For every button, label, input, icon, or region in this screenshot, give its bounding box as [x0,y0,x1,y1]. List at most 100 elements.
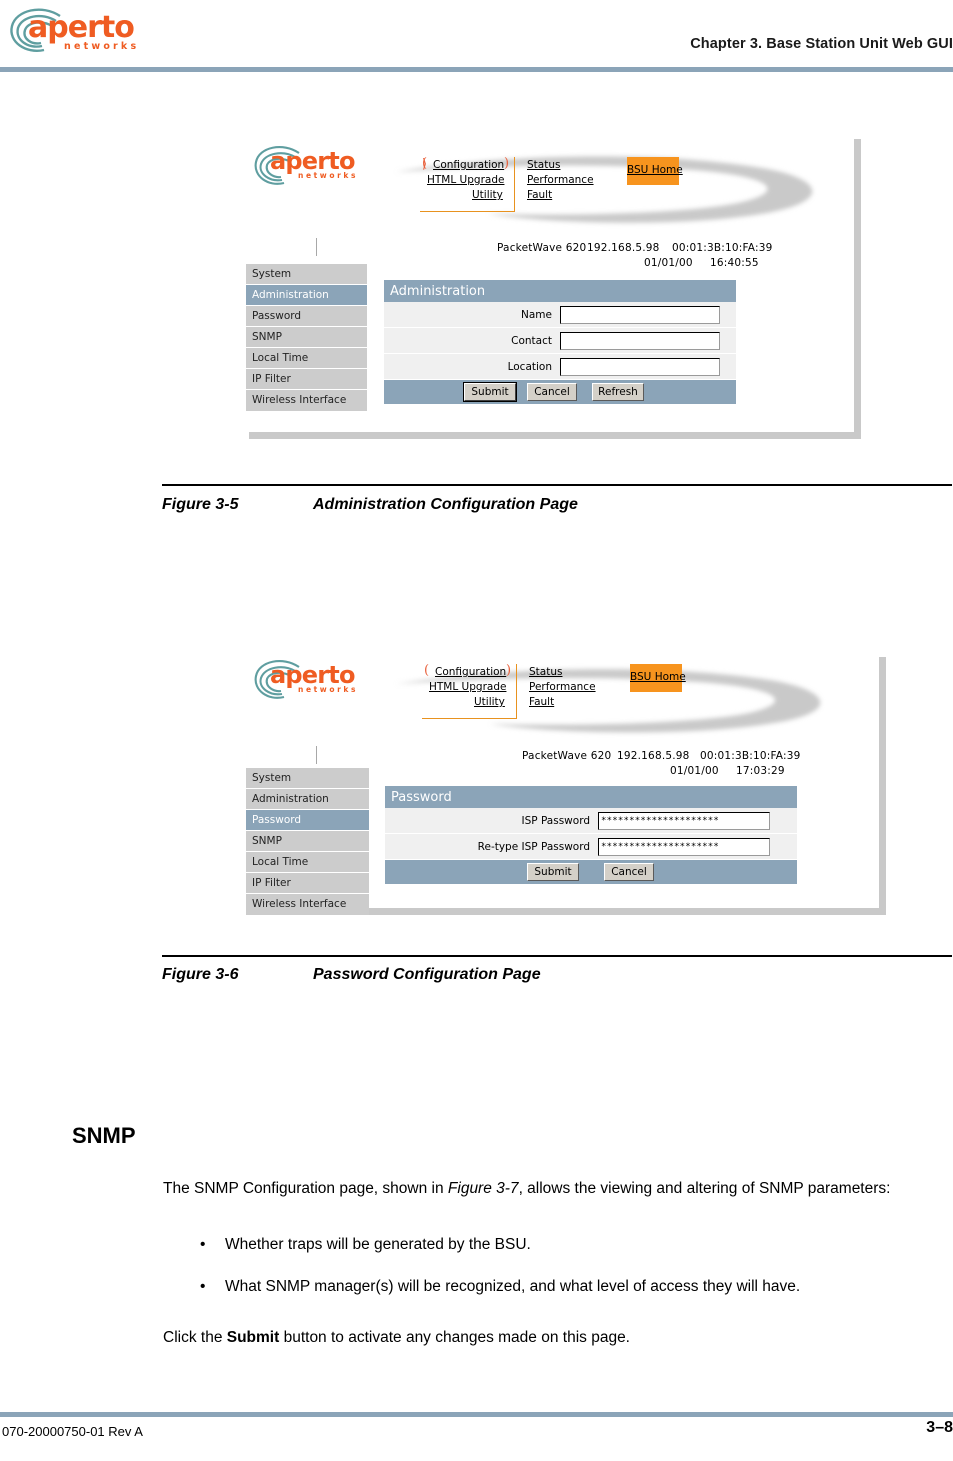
nav-horizontal-divider [420,211,515,212]
screenshot-shadow-right [879,657,886,915]
bsu-home-button[interactable]: BSU Home [627,157,683,185]
nav-link-performance[interactable]: Performance [529,681,596,693]
sidebar-item-administration[interactable]: Administration [246,285,367,306]
footer-page-number: 3–8 [926,1419,953,1436]
device-mac-label: 00:01:3B:10:FA:39 [672,242,773,254]
nav-link-performance[interactable]: Performance [527,174,594,186]
logo-tagline: networks [64,41,140,52]
refresh-button[interactable]: Refresh [592,383,644,401]
page-header: aperto networks Chapter 3. Base Station … [0,0,953,72]
field-label-location: Location [507,361,552,373]
device-model-label: PacketWave 620 [522,750,612,762]
figure-caption-text-2: Password Configuration Page [313,966,541,983]
sidebar-item-system[interactable]: System [246,264,367,285]
sidebar-item-ip-filter[interactable]: IP Filter [246,369,367,390]
closing-before-text: Click the [163,1329,227,1346]
configuration-left-flourish: ( [424,663,430,678]
field-label-retype-isp-password: Re-type ISP Password [477,841,590,853]
sidebar-item-ip-filter[interactable]: IP Filter [246,873,369,894]
sidebar-item-password[interactable]: Password [246,306,367,327]
nav-link-configuration[interactable]: Configuration [435,666,506,678]
nav-link-status[interactable]: Status [527,159,560,171]
figure-caption-number-2: Figure 3-6 [162,966,239,983]
screenshot-password-page: aperto networks ( Configuration ) HTML U… [242,650,886,916]
bsu-home-button[interactable]: BSU Home [630,664,686,692]
swoosh-graphic [396,156,813,223]
screenshot-administration-page: aperto networks ⟩ ( Configuration ) HTML… [242,132,861,439]
nav-link-utility[interactable]: Utility [474,696,505,708]
configuration-right-flourish: ) [506,663,512,678]
nav-link-configuration[interactable]: Configuration [433,159,504,171]
cancel-button[interactable]: Cancel [604,863,654,881]
sidebar-item-snmp[interactable]: SNMP [246,831,369,852]
menu-top-tick [316,746,317,764]
bullet-icon: • [200,1278,206,1295]
nav-horizontal-divider [422,718,517,719]
nav-link-html-upgrade[interactable]: HTML Upgrade [429,681,506,693]
menu-top-tick [316,238,317,256]
sidebar-item-administration[interactable]: Administration [246,789,369,810]
sidebar-item-local-time[interactable]: Local Time [246,852,369,873]
chapter-header-title: Chapter 3. Base Station Unit Web GUI [690,36,953,52]
sidebar-item-password[interactable]: Password [246,810,369,831]
device-time-label: 17:03:29 [736,765,785,777]
field-label-isp-password: ISP Password [521,815,590,827]
panel-header-administration: Administration [384,280,736,302]
configuration-left-flourish: ( [422,156,428,171]
sidebar-item-wireless-interface[interactable]: Wireless Interface [246,390,367,412]
configuration-right-flourish: ) [504,156,510,171]
sidebar-item-local-time[interactable]: Local Time [246,348,367,369]
nav-link-utility[interactable]: Utility [472,189,503,201]
device-time-label: 16:40:55 [710,257,759,269]
submit-button[interactable]: Submit [527,863,579,881]
submit-button[interactable]: Submit [463,382,517,402]
figure-caption-text-1: Administration Configuration Page [313,496,578,513]
figure-caption-rule-1 [162,484,952,486]
location-field[interactable] [560,358,720,376]
snmp-closing-paragraph: Click the Submit button to activate any … [163,1325,952,1350]
contact-field[interactable] [560,332,720,350]
field-label-contact: Contact [511,335,552,347]
intro-before-text: The SNMP Configuration page, shown in [163,1180,448,1197]
submit-keyword: Submit [226,1329,280,1346]
device-date-label: 01/01/00 [644,257,693,269]
device-date-label: 01/01/00 [670,765,719,777]
logo-wordmark: aperto [28,10,135,45]
sidebar-item-wireless-interface[interactable]: Wireless Interface [246,894,369,916]
nav-vertical-divider [514,157,515,212]
bullet-text: Whether traps will be generated by the B… [225,1236,531,1253]
field-label-name: Name [521,309,552,321]
figure-reference: Figure 3-7 [447,1180,519,1197]
nav-link-fault[interactable]: Fault [529,696,554,708]
screenshot-shadow-bottom [249,432,861,439]
name-field[interactable] [560,306,720,324]
screenshot-shadow-right [854,139,861,439]
footer-divider [0,1412,953,1417]
nav-link-status[interactable]: Status [529,666,562,678]
panel-header-password: Password [385,786,797,808]
snmp-intro-paragraph: The SNMP Configuration page, shown in Fi… [163,1176,952,1201]
gui-logo-tagline: networks [298,685,359,694]
figure-caption-number-1: Figure 3-5 [162,496,239,513]
sidebar-item-snmp[interactable]: SNMP [246,327,367,348]
nav-link-fault[interactable]: Fault [527,189,552,201]
nav-link-html-upgrade[interactable]: HTML Upgrade [427,174,504,186]
retype-isp-password-field[interactable]: ********************* [598,838,770,856]
nav-vertical-divider [516,664,517,719]
isp-password-field[interactable]: ********************* [598,812,770,830]
bullet-text: What SNMP manager(s) will be recognized,… [225,1278,801,1295]
device-mac-label: 00:01:3B:10:FA:39 [700,750,801,762]
section-heading-snmp: SNMP [72,1123,136,1148]
closing-after-text: button to activate any changes made on t… [279,1329,630,1346]
device-ip-label: 192.168.5.98 [587,242,660,254]
gui-logo-tagline: networks [298,171,359,180]
aperto-logo: aperto networks [6,4,136,60]
figure-caption-rule-2 [162,955,952,957]
cancel-button[interactable]: Cancel [527,383,577,401]
header-divider [0,67,953,72]
device-model-label: PacketWave 620 [497,242,587,254]
bullet-icon: • [200,1236,206,1253]
footer-document-id: 070-20000750-01 Rev A [2,1424,143,1439]
sidebar-item-system[interactable]: System [246,768,369,789]
device-ip-label: 192.168.5.98 [617,750,690,762]
